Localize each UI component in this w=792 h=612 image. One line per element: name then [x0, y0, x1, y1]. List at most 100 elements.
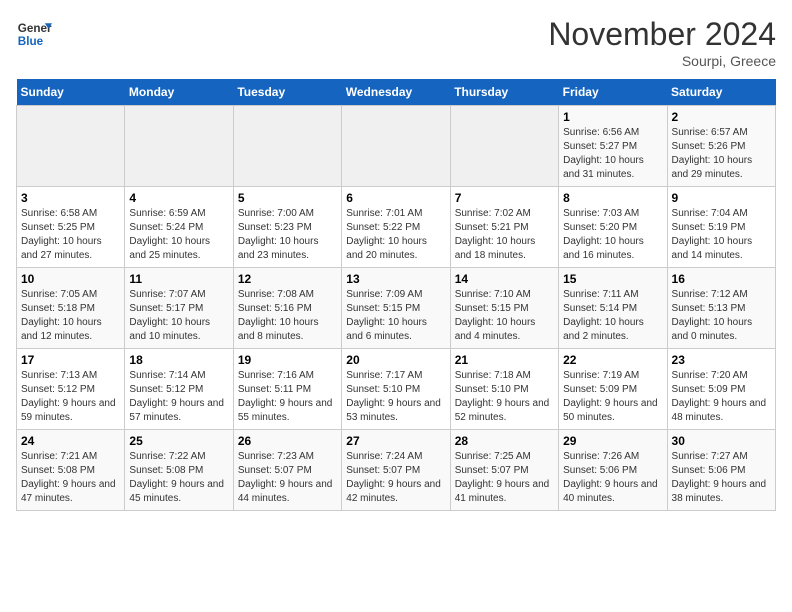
day-info: Sunrise: 7:17 AM Sunset: 5:10 PM Dayligh…	[346, 369, 445, 425]
calendar-day-cell: 6 Sunrise: 7:01 AM Sunset: 5:22 PM Daylig…	[342, 187, 450, 268]
day-number: 20	[346, 353, 445, 367]
day-number: 22	[563, 353, 662, 367]
day-info: Sunrise: 7:19 AM Sunset: 5:09 PM Dayligh…	[563, 369, 662, 425]
day-info: Sunrise: 7:09 AM Sunset: 5:15 PM Dayligh…	[346, 288, 445, 344]
day-number: 25	[129, 434, 228, 448]
day-info: Sunrise: 7:02 AM Sunset: 5:21 PM Dayligh…	[455, 207, 554, 263]
day-number: 17	[21, 353, 120, 367]
calendar-day-cell: 3 Sunrise: 6:58 AM Sunset: 5:25 PM Daylig…	[17, 187, 125, 268]
day-info: Sunrise: 6:56 AM Sunset: 5:27 PM Dayligh…	[563, 126, 662, 182]
day-info: Sunrise: 7:05 AM Sunset: 5:18 PM Dayligh…	[21, 288, 120, 344]
day-number: 10	[21, 272, 120, 286]
title-block: November 2024 Sourpi, Greece	[548, 16, 776, 69]
day-info: Sunrise: 7:16 AM Sunset: 5:11 PM Dayligh…	[238, 369, 337, 425]
day-number: 14	[455, 272, 554, 286]
calendar-day-cell: 9Sunrise: 7:04 AM Sunset: 5:19 PM Daylig…	[667, 187, 775, 268]
day-number: 6	[346, 191, 445, 205]
logo: General Blue	[16, 16, 52, 52]
day-info: Sunrise: 7:04 AM Sunset: 5:19 PM Dayligh…	[672, 207, 771, 263]
calendar-day-cell: 30 Sunrise: 7:27 AM Sunset: 5:06 PM Dayli…	[667, 430, 775, 511]
day-number: 2	[672, 110, 771, 124]
day-info: Sunrise: 7:03 AM Sunset: 5:20 PM Dayligh…	[563, 207, 662, 263]
calendar-day-cell: 1Sunrise: 6:56 AM Sunset: 5:27 PM Daylig…	[559, 106, 667, 187]
calendar-day-cell: 5 Sunrise: 7:00 AM Sunset: 5:23 PM Daylig…	[233, 187, 341, 268]
calendar-day-cell	[125, 106, 233, 187]
day-number: 8	[563, 191, 662, 205]
calendar-week-row: 3 Sunrise: 6:58 AM Sunset: 5:25 PM Daylig…	[17, 187, 776, 268]
weekday-header-friday: Friday	[559, 79, 667, 106]
calendar-day-cell: 13 Sunrise: 7:09 AM Sunset: 5:15 PM Dayli…	[342, 268, 450, 349]
day-number: 26	[238, 434, 337, 448]
day-info: Sunrise: 7:00 AM Sunset: 5:23 PM Dayligh…	[238, 207, 337, 263]
day-number: 21	[455, 353, 554, 367]
calendar-day-cell: 20 Sunrise: 7:17 AM Sunset: 5:10 PM Dayli…	[342, 349, 450, 430]
calendar-day-cell: 16 Sunrise: 7:12 AM Sunset: 5:13 PM Dayli…	[667, 268, 775, 349]
calendar-day-cell: 15 Sunrise: 7:11 AM Sunset: 5:14 PM Dayli…	[559, 268, 667, 349]
calendar-day-cell	[233, 106, 341, 187]
calendar-day-cell: 12 Sunrise: 7:08 AM Sunset: 5:16 PM Dayli…	[233, 268, 341, 349]
day-info: Sunrise: 7:27 AM Sunset: 5:06 PM Dayligh…	[672, 450, 771, 506]
day-info: Sunrise: 7:13 AM Sunset: 5:12 PM Dayligh…	[21, 369, 120, 425]
calendar-day-cell: 7 Sunrise: 7:02 AM Sunset: 5:21 PM Daylig…	[450, 187, 558, 268]
day-info: Sunrise: 6:59 AM Sunset: 5:24 PM Dayligh…	[129, 207, 228, 263]
month-title: November 2024	[548, 16, 776, 53]
weekday-header-row: SundayMondayTuesdayWednesdayThursdayFrid…	[17, 79, 776, 106]
day-info: Sunrise: 7:22 AM Sunset: 5:08 PM Dayligh…	[129, 450, 228, 506]
calendar-day-cell: 28 Sunrise: 7:25 AM Sunset: 5:07 PM Dayli…	[450, 430, 558, 511]
calendar-day-cell	[342, 106, 450, 187]
calendar-day-cell: 27Sunrise: 7:24 AM Sunset: 5:07 PM Dayli…	[342, 430, 450, 511]
day-number: 15	[563, 272, 662, 286]
calendar-day-cell: 26 Sunrise: 7:23 AM Sunset: 5:07 PM Dayli…	[233, 430, 341, 511]
day-info: Sunrise: 7:01 AM Sunset: 5:22 PM Dayligh…	[346, 207, 445, 263]
calendar-day-cell: 8 Sunrise: 7:03 AM Sunset: 5:20 PM Daylig…	[559, 187, 667, 268]
calendar-day-cell: 23 Sunrise: 7:20 AM Sunset: 5:09 PM Dayli…	[667, 349, 775, 430]
day-number: 5	[238, 191, 337, 205]
weekday-header-saturday: Saturday	[667, 79, 775, 106]
weekday-header-monday: Monday	[125, 79, 233, 106]
day-number: 7	[455, 191, 554, 205]
day-info: Sunrise: 7:21 AM Sunset: 5:08 PM Dayligh…	[21, 450, 120, 506]
day-info: Sunrise: 7:18 AM Sunset: 5:10 PM Dayligh…	[455, 369, 554, 425]
day-info: Sunrise: 7:12 AM Sunset: 5:13 PM Dayligh…	[672, 288, 771, 344]
calendar-week-row: 24 Sunrise: 7:21 AM Sunset: 5:08 PM Dayli…	[17, 430, 776, 511]
calendar-day-cell: 14Sunrise: 7:10 AM Sunset: 5:15 PM Dayli…	[450, 268, 558, 349]
page-header: General Blue November 2024 Sourpi, Greec…	[16, 16, 776, 69]
calendar-day-cell: 17 Sunrise: 7:13 AM Sunset: 5:12 PM Dayli…	[17, 349, 125, 430]
day-number: 24	[21, 434, 120, 448]
day-number: 29	[563, 434, 662, 448]
day-info: Sunrise: 7:26 AM Sunset: 5:06 PM Dayligh…	[563, 450, 662, 506]
svg-text:Blue: Blue	[18, 35, 44, 48]
logo-icon: General Blue	[16, 16, 52, 52]
weekday-header-tuesday: Tuesday	[233, 79, 341, 106]
calendar-day-cell: 24 Sunrise: 7:21 AM Sunset: 5:08 PM Dayli…	[17, 430, 125, 511]
day-number: 28	[455, 434, 554, 448]
day-info: Sunrise: 7:08 AM Sunset: 5:16 PM Dayligh…	[238, 288, 337, 344]
calendar-day-cell: 21 Sunrise: 7:18 AM Sunset: 5:10 PM Dayli…	[450, 349, 558, 430]
day-info: Sunrise: 7:23 AM Sunset: 5:07 PM Dayligh…	[238, 450, 337, 506]
calendar-day-cell: 18Sunrise: 7:14 AM Sunset: 5:12 PM Dayli…	[125, 349, 233, 430]
day-number: 3	[21, 191, 120, 205]
day-number: 18	[129, 353, 228, 367]
weekday-header-sunday: Sunday	[17, 79, 125, 106]
calendar-day-cell: 4 Sunrise: 6:59 AM Sunset: 5:24 PM Daylig…	[125, 187, 233, 268]
day-number: 16	[672, 272, 771, 286]
day-number: 4	[129, 191, 228, 205]
day-info: Sunrise: 7:07 AM Sunset: 5:17 PM Dayligh…	[129, 288, 228, 344]
day-info: Sunrise: 7:20 AM Sunset: 5:09 PM Dayligh…	[672, 369, 771, 425]
location-subtitle: Sourpi, Greece	[548, 53, 776, 69]
day-number: 30	[672, 434, 771, 448]
calendar-week-row: 10 Sunrise: 7:05 AM Sunset: 5:18 PM Dayli…	[17, 268, 776, 349]
day-number: 23	[672, 353, 771, 367]
calendar-week-row: 17 Sunrise: 7:13 AM Sunset: 5:12 PM Dayli…	[17, 349, 776, 430]
day-info: Sunrise: 6:58 AM Sunset: 5:25 PM Dayligh…	[21, 207, 120, 263]
day-number: 12	[238, 272, 337, 286]
day-number: 11	[129, 272, 228, 286]
calendar-day-cell: 19Sunrise: 7:16 AM Sunset: 5:11 PM Dayli…	[233, 349, 341, 430]
day-info: Sunrise: 7:11 AM Sunset: 5:14 PM Dayligh…	[563, 288, 662, 344]
day-info: Sunrise: 7:25 AM Sunset: 5:07 PM Dayligh…	[455, 450, 554, 506]
calendar-day-cell: 10 Sunrise: 7:05 AM Sunset: 5:18 PM Dayli…	[17, 268, 125, 349]
day-number: 27	[346, 434, 445, 448]
calendar-week-row: 1Sunrise: 6:56 AM Sunset: 5:27 PM Daylig…	[17, 106, 776, 187]
calendar-day-cell: 2Sunrise: 6:57 AM Sunset: 5:26 PM Daylig…	[667, 106, 775, 187]
day-number: 13	[346, 272, 445, 286]
